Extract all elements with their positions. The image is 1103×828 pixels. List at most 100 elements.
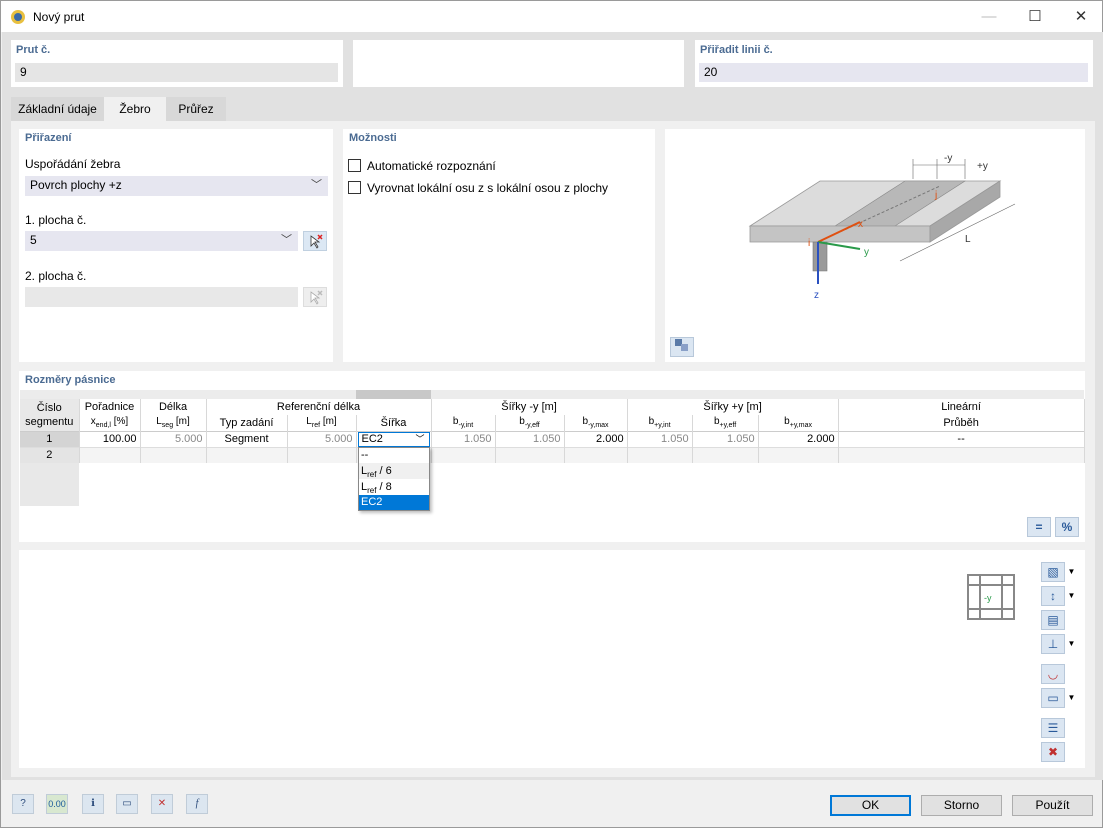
col-coord-sub: xend,l [%] xyxy=(79,415,141,431)
section-grid-icon: -y xyxy=(967,574,1015,620)
cell-pos-int: 1.050 xyxy=(627,431,693,447)
col-neg-max-sub: -y,max xyxy=(588,422,609,430)
diagram-box: -y +y L x y z i j xyxy=(665,129,1085,362)
tab-rib[interactable]: Žebro xyxy=(104,97,166,121)
print-dropdown[interactable]: ▼ xyxy=(1066,688,1077,708)
col-pos-eff: b+y,eff xyxy=(692,415,759,431)
cell-input-type[interactable]: Segment xyxy=(206,431,288,447)
cell-coord[interactable]: 100.00 xyxy=(79,431,141,447)
pick-surface1-button[interactable] xyxy=(303,231,327,251)
close-button[interactable]: ✕ xyxy=(1058,1,1103,32)
tab-basic[interactable]: Základní údaje xyxy=(11,97,104,121)
empty-box xyxy=(353,40,684,87)
col-linear: Lineární xyxy=(838,399,1085,415)
cell-empty[interactable] xyxy=(79,447,141,463)
col-course: Průběh xyxy=(838,415,1085,431)
print-button[interactable]: ▭ xyxy=(1041,688,1065,708)
delete-button[interactable]: ✕ xyxy=(151,794,173,814)
col-length-sub: Lseg [m] xyxy=(140,415,207,431)
col-length-unit: [m] xyxy=(175,416,190,428)
member-number-field[interactable]: 9 xyxy=(15,63,338,82)
cell-pos-max[interactable]: 2.000 xyxy=(758,431,839,447)
reset-view-button[interactable]: ✖ xyxy=(1041,742,1065,762)
surface1-select[interactable]: 5 ﹀ xyxy=(25,231,298,251)
axis-y-button[interactable]: ↕ xyxy=(1041,586,1065,606)
cell-empty[interactable] xyxy=(495,447,565,463)
cancel-button[interactable]: Storno xyxy=(921,795,1002,816)
maximize-button[interactable]: ☐ xyxy=(1012,1,1058,32)
pick-surface2-button[interactable] xyxy=(303,287,327,307)
deformation-button[interactable]: ◡ xyxy=(1041,664,1065,684)
cell-empty[interactable] xyxy=(838,447,1085,463)
chevron-down-icon: ﹀ xyxy=(311,179,322,191)
apply-button[interactable]: Použít xyxy=(1012,795,1093,816)
info-icon: ℹ xyxy=(91,798,95,809)
cell-empty[interactable] xyxy=(564,447,628,463)
cell-neg-max[interactable]: 2.000 xyxy=(564,431,628,447)
table-row[interactable]: 1 100.00 5.000 Segment 5.000 EC2 ﹀ 1.050… xyxy=(20,431,1085,447)
axis-icon: ↕ xyxy=(1050,589,1056,603)
row-number: 1 xyxy=(20,431,80,447)
assign-line-field[interactable]: 20 xyxy=(699,63,1088,82)
view-3d-button[interactable]: ▧ xyxy=(1041,562,1065,582)
coordinate-system-button[interactable]: ⊥ xyxy=(1041,634,1065,654)
arrangement-select[interactable]: Povrch plochy +z ﹀ xyxy=(25,176,328,196)
minimize-button[interactable]: — xyxy=(966,1,1012,32)
width-select[interactable]: EC2 ﹀ xyxy=(357,431,430,447)
width-option-lref6[interactable]: Lref / 6 xyxy=(359,463,429,479)
z-axis-label: z xyxy=(814,290,819,301)
width-option-ec2[interactable]: EC2 xyxy=(359,495,429,510)
option-label: -- xyxy=(361,449,369,461)
cell-empty[interactable] xyxy=(287,447,357,463)
view-3d-dropdown[interactable]: ▼ xyxy=(1066,562,1077,582)
settings-button[interactable]: ☰ xyxy=(1041,718,1065,738)
caret-down-icon: ▼ xyxy=(1067,567,1076,576)
col-lref-unit: [m] xyxy=(322,416,337,428)
surface2-select[interactable] xyxy=(25,287,298,307)
help-button[interactable]: ? xyxy=(12,794,34,814)
auto-detect-checkbox[interactable] xyxy=(348,159,361,172)
layers-button[interactable]: ▤ xyxy=(1041,610,1065,630)
col-lref: Lref [m] xyxy=(287,415,357,431)
cell-neg-eff: 1.050 xyxy=(495,431,565,447)
cell-linear[interactable]: -- xyxy=(838,431,1085,447)
cell-width[interactable]: EC2 ﹀ xyxy=(356,431,432,447)
option-rest: / 6 xyxy=(376,465,392,477)
cell-empty[interactable] xyxy=(758,447,839,463)
arrangement-label: Uspořádání žebra xyxy=(25,157,121,171)
col-pos-max: b+y,max xyxy=(758,415,839,431)
assign-line-label: Přiřadit linii č. xyxy=(700,44,773,56)
neg-y-label: -y xyxy=(944,153,952,164)
percent-icon: % xyxy=(1061,520,1073,534)
axis-y-dropdown[interactable]: ▼ xyxy=(1066,586,1077,606)
cell-empty[interactable] xyxy=(140,447,207,463)
assignment-header: Přiřazení xyxy=(25,132,72,144)
table-row[interactable]: 2 xyxy=(20,447,1085,463)
info-button[interactable]: ℹ xyxy=(82,794,104,814)
cube-icon: ▧ xyxy=(1047,565,1059,579)
cell-empty[interactable] xyxy=(431,447,496,463)
equal-button[interactable]: = xyxy=(1027,517,1051,537)
pos-y-label: +y xyxy=(977,161,988,172)
curve-icon: ◡ xyxy=(1047,667,1059,681)
cell-empty[interactable] xyxy=(692,447,759,463)
width-option-lref8[interactable]: Lref / 8 xyxy=(359,479,429,495)
ok-button[interactable]: OK xyxy=(830,795,911,816)
percent-button[interactable]: % xyxy=(1055,517,1079,537)
layers-icon: ▤ xyxy=(1047,613,1059,627)
tab-cross-section[interactable]: Průřez xyxy=(166,97,226,121)
flip-view-button[interactable] xyxy=(670,337,694,357)
cell-empty[interactable] xyxy=(206,447,288,463)
coordinate-dropdown[interactable]: ▼ xyxy=(1066,634,1077,654)
col-input-type: Typ zadání xyxy=(206,415,288,431)
view-button[interactable]: ▭ xyxy=(116,794,138,814)
formula-button[interactable]: f xyxy=(186,794,208,814)
align-axis-checkbox[interactable] xyxy=(348,181,361,194)
cell-empty[interactable] xyxy=(627,447,693,463)
col-coord: Pořadnice xyxy=(79,399,141,415)
j-node-label: j xyxy=(934,190,937,201)
auto-detect-label: Automatické rozpoznání xyxy=(367,159,496,173)
units-button[interactable]: 0.00 xyxy=(46,794,68,814)
width-dropdown-list: -- Lref / 6 Lref / 8 EC2 xyxy=(358,447,430,511)
width-option-none[interactable]: -- xyxy=(359,448,429,463)
